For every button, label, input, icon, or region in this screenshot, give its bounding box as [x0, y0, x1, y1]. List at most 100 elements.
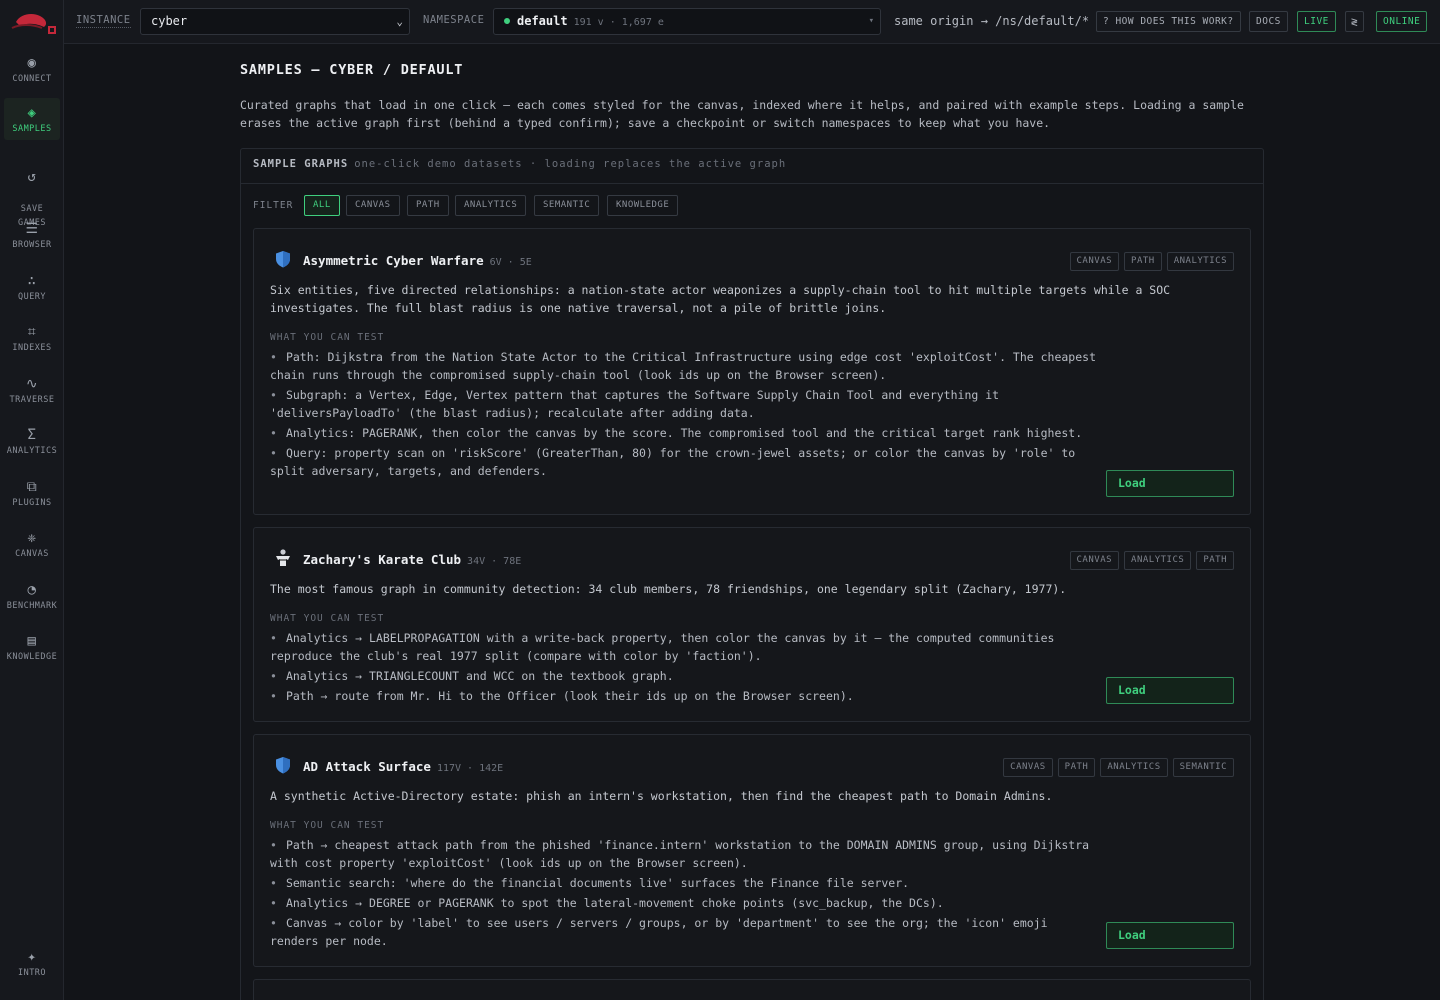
load-button[interactable]: Load	[1106, 470, 1234, 497]
list-item: Path → cheapest attack path from the phi…	[270, 836, 1100, 872]
connect-icon: ◉	[27, 55, 37, 71]
instance-label: INSTANCE	[76, 14, 131, 28]
filter-chip-path[interactable]: PATH	[407, 195, 449, 216]
sigma-icon: Σ	[27, 427, 37, 443]
tag: ANALYTICS	[1166, 252, 1234, 271]
list-item: Analytics → TRIANGLECOUNT and WCC on the…	[270, 667, 1100, 685]
load-button[interactable]: Load	[1106, 677, 1234, 704]
tag: CANVAS	[1069, 551, 1120, 570]
sidebar-item-label: QUERY	[17, 292, 47, 302]
sidebar-item-intro[interactable]: ✦ INTRO	[4, 948, 60, 980]
list-item: Path: Dijkstra from the Nation State Act…	[270, 348, 1100, 384]
sidebar-item-canvas[interactable]: ❈ CANVAS	[4, 529, 60, 561]
namespace-stats: 191 v · 1,697 e	[573, 17, 664, 28]
card-title-text: Zachary's Karate Club	[303, 552, 462, 567]
online-status-badge: ONLINE	[1376, 11, 1428, 32]
help-button[interactable]: ? HOW DOES THIS WORK?	[1096, 11, 1241, 32]
filter-chip-all[interactable]: ALL	[304, 195, 340, 216]
sidebar-item-indexes[interactable]: ⌗ INDEXES	[4, 323, 60, 355]
sidebar-item-plugins[interactable]: ⧉ PLUGINS	[4, 478, 60, 510]
card-title: Asymmetric Cyber Warfare 6V · 5E	[303, 253, 532, 268]
list-item: Analytics → DEGREE or PAGERANK to spot t…	[270, 894, 1100, 912]
list-item: Canvas → color by 'label' to see users /…	[270, 914, 1100, 950]
docs-button[interactable]: DOCS	[1249, 11, 1288, 32]
namespace-name: default	[517, 14, 568, 28]
filter-chip-analytics[interactable]: ANALYTICS	[455, 195, 527, 216]
load-button[interactable]: Load	[1106, 922, 1234, 949]
chevron-down-icon: ⌄	[396, 15, 403, 28]
sidebar-item-label: CONNECT	[12, 74, 52, 84]
samples-icon: ◈	[27, 105, 37, 121]
live-toggle[interactable]: LIVE	[1297, 11, 1336, 32]
sidebar-item-label: ANALYTICS	[6, 446, 58, 456]
list-item: Analytics → LABELPROPAGATION with a writ…	[270, 629, 1100, 665]
sparkle-icon: ✦	[27, 949, 37, 965]
filter-chip-semantic[interactable]: SEMANTIC	[534, 195, 600, 216]
list-item: Analytics: PAGERANK, then color the canv…	[270, 424, 1100, 442]
card-description: Six entities, five directed relationship…	[270, 283, 1171, 315]
sidebar-item-label: BROWSER	[12, 240, 52, 250]
benchmark-icon: ◔	[27, 582, 37, 598]
what-you-can-test-label: WHAT YOU CAN TEST	[270, 820, 385, 831]
test-steps: Path → cheapest attack path from the phi…	[270, 836, 1100, 952]
status-dot-icon	[504, 17, 510, 24]
panel-heading: SAMPLE GRAPHS	[253, 158, 349, 170]
list-icon: ☰	[25, 221, 39, 237]
card-tags: CANVAS PATH ANALYTICS SEMANTIC	[1003, 758, 1234, 777]
sidebar-item-connect[interactable]: ◉ CONNECT	[4, 54, 60, 88]
app-logo[interactable]	[6, 8, 58, 36]
what-you-can-test-label: WHAT YOU CAN TEST	[270, 332, 385, 343]
list-item: Semantic search: 'where do the financial…	[270, 874, 1100, 892]
tag: ANALYTICS	[1124, 551, 1192, 570]
sidebar-item-traverse[interactable]: ∿ TRAVERSE	[4, 375, 60, 407]
tag: PATH	[1196, 551, 1234, 570]
card-tags: CANVAS ANALYTICS PATH	[1069, 551, 1234, 570]
card-size: 6V · 5E	[489, 257, 532, 268]
card-title: AD Attack Surface 117V · 142E	[303, 759, 503, 774]
plugins-icon: ⧉	[26, 479, 38, 495]
test-steps: Path: Dijkstra from the Nation State Act…	[270, 348, 1100, 482]
list-item: Query: property scan on 'riskScore' (Gre…	[270, 444, 1100, 480]
sidebar-item-analytics[interactable]: Σ ANALYTICS	[4, 426, 60, 458]
card-title-text: Asymmetric Cyber Warfare	[303, 253, 484, 268]
knowledge-icon: ▤	[27, 633, 37, 649]
sidebar-item-query[interactable]: ∴ QUERY	[4, 272, 60, 304]
karate-icon	[276, 549, 290, 566]
list-item: Path → route from Mr. Hi to the Officer …	[270, 687, 1100, 705]
sample-card	[253, 979, 1251, 1000]
sidebar-item-save-games[interactable]: ↺ SAVE GAMES	[4, 154, 60, 228]
sidebar-item-samples[interactable]: ◈ SAMPLES	[4, 98, 60, 140]
card-description: A synthetic Active-Directory estate: phi…	[270, 789, 1053, 803]
shield-icon	[276, 757, 290, 774]
panel-subheading: one-click demo datasets · loading replac…	[354, 158, 787, 170]
card-size: 117V · 142E	[436, 763, 504, 774]
pause-icon[interactable]: ≷	[1345, 11, 1365, 32]
query-icon: ∴	[27, 273, 37, 289]
sidebar-item-label: PLUGINS	[12, 498, 52, 508]
sidebar-item-label: CANVAS	[15, 549, 49, 559]
card-title-text: AD Attack Surface	[303, 759, 431, 774]
sidebar-item-label: TRAVERSE	[9, 395, 55, 405]
sidebar-item-browser[interactable]: ☰ BROWSER	[4, 220, 60, 252]
instance-value: cyber	[151, 14, 188, 28]
sample-card: Zachary's Karate Club 34V · 78E CANVAS AN…	[253, 527, 1251, 722]
caret-down-icon: ▾	[868, 16, 874, 26]
instance-select[interactable]: cyber ⌄	[140, 8, 410, 35]
top-bar: INSTANCE cyber ⌄ NAMESPACE default 191 v …	[64, 0, 1440, 44]
card-size: 34V · 78E	[467, 556, 522, 567]
filter-chip-knowledge[interactable]: KNOWLEDGE	[607, 195, 679, 216]
sidebar-item-label: SAMPLES	[12, 124, 52, 134]
sidebar-item-label: BENCHMARK	[6, 601, 58, 611]
sidebar-item-benchmark[interactable]: ◔ BENCHMARK	[4, 581, 60, 613]
card-title: Zachary's Karate Club 34V · 78E	[303, 552, 521, 567]
sidebar-item-label: KNOWLEDGE	[6, 652, 58, 662]
list-item: Subgraph: a Vertex, Edge, Vertex pattern…	[270, 386, 1100, 422]
filter-chip-canvas[interactable]: CANVAS	[346, 195, 400, 216]
namespace-label: NAMESPACE	[423, 14, 485, 26]
namespace-select[interactable]: default 191 v · 1,697 e ▾	[493, 8, 881, 35]
sidebar-item-knowledge[interactable]: ▤ KNOWLEDGE	[4, 632, 60, 664]
tag: PATH	[1124, 252, 1162, 271]
canvas-icon: ❈	[27, 530, 37, 546]
sidebar-item-label: INDEXES	[12, 343, 52, 353]
indexes-icon: ⌗	[27, 324, 37, 340]
